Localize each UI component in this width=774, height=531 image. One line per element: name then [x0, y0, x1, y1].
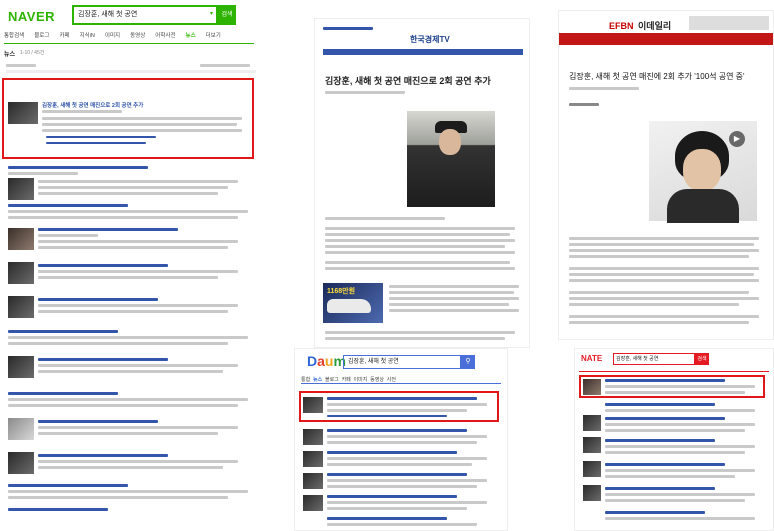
ad-price: 1168만원: [327, 288, 356, 295]
daum-highlight-box: [299, 391, 499, 422]
naver-tab-bar: 통합검색 블로그 카페 지식iN 이미지 동영상 어학사전 뉴스 더보기: [4, 31, 254, 43]
article-photo: [407, 111, 495, 207]
edaily-brand-prefix: EFBN: [609, 21, 634, 31]
daum-search-panel: Daum 김장훈, 새해 첫 공연 ⚲ 통합 뉴스 블로그 카페 이미지 동영상…: [294, 348, 508, 531]
hankyung-nav: [323, 49, 523, 55]
article-photo: ▶: [649, 121, 757, 223]
highlighted-result-title[interactable]: 김장훈, 새해 첫 공연 매진으로 2회 공연 추가: [42, 101, 143, 109]
naver-result-count: 1-10 / 45건: [20, 50, 45, 56]
daum-tab-bar: 통합 뉴스 블로그 카페 이미지 동영상 사전: [301, 376, 396, 383]
tab-cafe[interactable]: 카페: [59, 31, 69, 43]
naver-search-query: 김장훈, 새해 첫 공연: [78, 11, 138, 18]
tab-news[interactable]: 뉴스: [186, 31, 196, 43]
tab-divider: [4, 43, 254, 44]
nate-search-panel: NATE 김장훈, 새해 첫 공연 검색: [574, 348, 774, 531]
tab-blog[interactable]: 블로그: [34, 31, 49, 43]
naver-search-button[interactable]: 검색: [218, 5, 236, 25]
nate-search-button[interactable]: 검색: [695, 353, 709, 365]
hankyung-headline: 김장훈, 새해 첫 공연 매진으로 2회 공연 추가: [325, 76, 491, 86]
edaily-article-panel: EFBN 이데일리 김장훈, 새해 첫 공연 매진에 2회 추가 '100석 공…: [558, 10, 774, 340]
naver-search-input[interactable]: 김장훈, 새해 첫 공연 ▾: [72, 5, 218, 25]
naver-logo[interactable]: NAVER: [8, 9, 55, 24]
daum-search-input[interactable]: 김장훈, 새해 첫 공연: [343, 355, 461, 369]
tab-kin[interactable]: 지식iN: [80, 31, 95, 43]
naver-highlighted-result[interactable]: 김장훈, 새해 첫 공연 매진으로 2회 공연 추가: [0, 80, 262, 160]
edaily-nav-bar: [559, 33, 773, 45]
edaily-banner[interactable]: [689, 16, 769, 30]
car-ad-banner[interactable]: 1168만원: [323, 283, 383, 323]
edaily-brand-name: 이데일리: [638, 21, 672, 31]
nate-search-input[interactable]: 김장훈, 새해 첫 공연: [613, 353, 695, 365]
hankyung-article-panel: 한국경제TV 김장훈, 새해 첫 공연 매진으로 2회 공연 추가 1168만원: [314, 18, 530, 348]
search-icon[interactable]: ⚲: [461, 355, 475, 369]
naver-search-panel: NAVER 김장훈, 새해 첫 공연 ▾ 검색 통합검색 블로그 카페 지식iN…: [0, 0, 262, 531]
play-icon[interactable]: ▶: [729, 131, 745, 147]
tab-more[interactable]: 더보기: [206, 31, 221, 43]
tab-dictionary[interactable]: 어학사전: [155, 31, 175, 43]
nate-logo[interactable]: NATE: [581, 354, 602, 363]
tab-video[interactable]: 동영상: [130, 31, 145, 43]
result-thumbnail[interactable]: [8, 102, 38, 124]
tab-image[interactable]: 이미지: [105, 31, 120, 43]
edaily-logo[interactable]: EFBN 이데일리: [609, 19, 671, 32]
edaily-headline: 김장훈, 새해 첫 공연 매진에 2회 추가 '100석 공연 중': [569, 72, 745, 81]
hankyung-logo[interactable]: 한국경제TV: [410, 34, 450, 45]
chevron-down-icon[interactable]: ▾: [210, 10, 213, 17]
tab-integrated[interactable]: 통합검색: [4, 31, 24, 43]
naver-section-label: 뉴스: [4, 52, 16, 58]
daum-logo[interactable]: Daum: [307, 353, 346, 369]
